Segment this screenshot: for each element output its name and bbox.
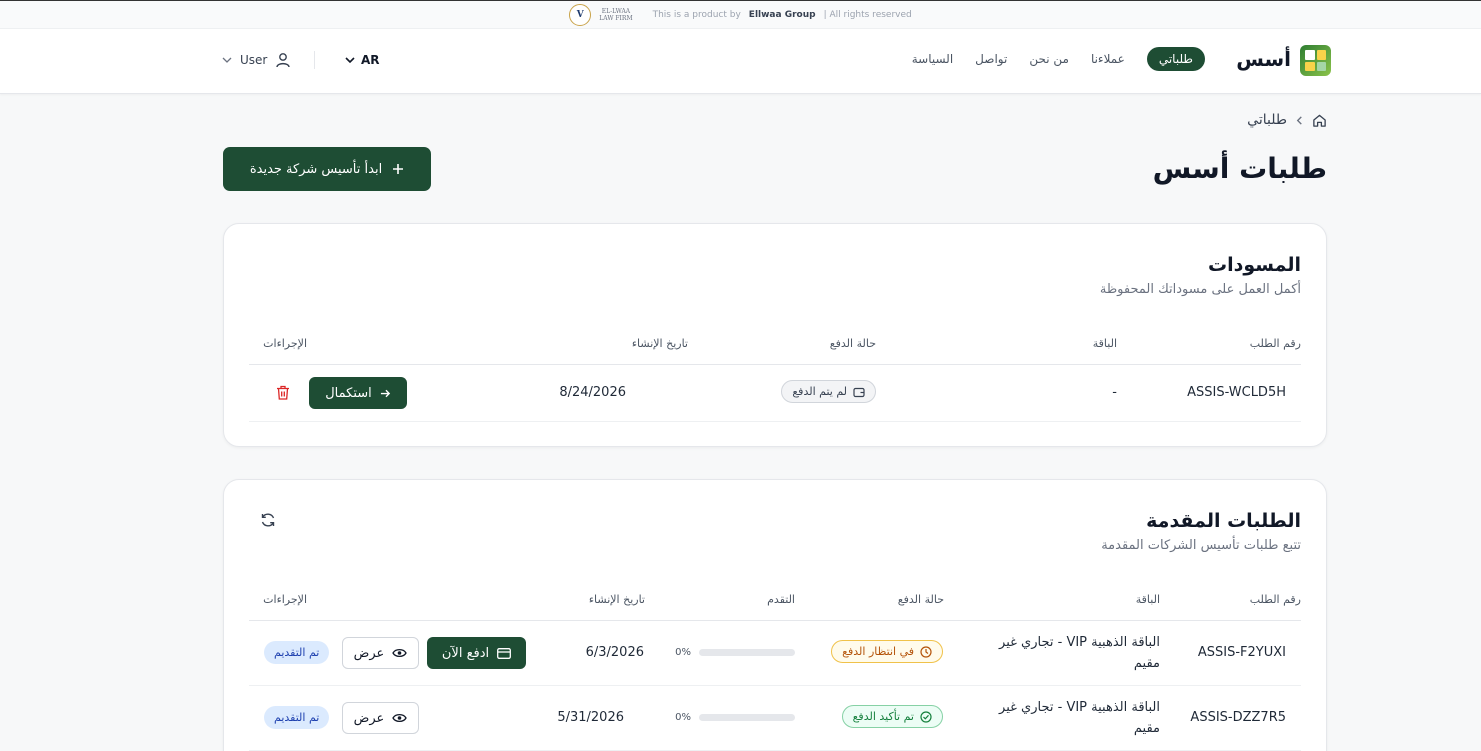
package: الباقة الذهبية VIP - تجاري غير مقيم bbox=[999, 635, 1160, 671]
chevron-left-icon bbox=[1296, 115, 1302, 125]
col-actions: الإجراءات bbox=[263, 337, 307, 350]
submitted-subtitle: تتبع طلبات تأسيس الشركات المقدمة bbox=[1101, 538, 1301, 553]
brand-logo-icon[interactable] bbox=[1300, 45, 1331, 76]
view-button[interactable]: عرض bbox=[342, 637, 419, 669]
view-label: عرض bbox=[353, 645, 385, 661]
col-request-id: رقم الطلب bbox=[1249, 337, 1301, 350]
site-header: أسس طلباتي عملاءنا من نحن تواصل السياسة … bbox=[0, 29, 1481, 94]
trash-icon[interactable] bbox=[276, 385, 290, 400]
submitted-requests-card: الطلبات المقدمة تتبع طلبات تأسيس الشركات… bbox=[223, 479, 1327, 751]
package: - bbox=[1112, 385, 1117, 400]
col-package: الباقة bbox=[1092, 337, 1117, 350]
drafts-table-header: رقم الطلب الباقة حالة الدفع تاريخ الإنشا… bbox=[249, 327, 1301, 365]
drafts-card: المسودات أكمل العمل على مسوداتك المحفوظة… bbox=[223, 223, 1327, 447]
product-by-text: This is a product by bbox=[652, 9, 741, 20]
col-request-id: رقم الطلب bbox=[1249, 593, 1301, 606]
request-id: ASSIS-DZZ7R5 bbox=[1190, 710, 1286, 725]
col-package: الباقة bbox=[1135, 593, 1160, 606]
new-company-label: ابدأ تأسيس شركة جديدة bbox=[249, 161, 383, 177]
status-label: تم التقديم bbox=[274, 646, 320, 659]
pay-now-button[interactable]: ادفع الآن bbox=[427, 637, 526, 669]
drafts-title: المسودات bbox=[1208, 254, 1301, 276]
status-badge: تم التقديم bbox=[264, 641, 330, 664]
pay-now-label: ادفع الآن bbox=[441, 645, 490, 661]
complete-draft-label: استكمال bbox=[325, 385, 372, 401]
col-created: تاريخ الإنشاء bbox=[588, 593, 645, 606]
payment-status-label: تم تأكيد الدفع bbox=[852, 710, 914, 723]
progress-indicator: 0% bbox=[675, 712, 795, 723]
nav-item-contact[interactable]: تواصل bbox=[975, 52, 1007, 66]
user-menu[interactable]: User bbox=[222, 52, 291, 68]
table-row: ASSIS-DZZ7R5 الباقة الذهبية VIP - تجاري … bbox=[249, 686, 1301, 751]
table-row: ASSIS-F2YUXI الباقة الذهبية VIP - تجاري … bbox=[249, 621, 1301, 686]
rights-text: | All rights reserved bbox=[823, 9, 912, 20]
col-payment-status: حالة الدفع bbox=[897, 593, 944, 606]
complete-draft-button[interactable]: استكمال bbox=[309, 377, 407, 409]
new-company-button[interactable]: ابدأ تأسيس شركة جديدة bbox=[223, 147, 431, 191]
nav-item-about-us[interactable]: من نحن bbox=[1029, 52, 1069, 66]
company-name: Ellwaa Group bbox=[748, 9, 816, 20]
language-label: AR bbox=[361, 53, 380, 67]
check-circle-icon bbox=[920, 710, 932, 723]
view-label: عرض bbox=[353, 710, 385, 726]
brand-name[interactable]: أسس bbox=[1236, 47, 1291, 71]
submitted-title: الطلبات المقدمة bbox=[1146, 510, 1301, 532]
col-actions: الإجراءات bbox=[263, 593, 307, 606]
progress-bar bbox=[699, 649, 795, 656]
seal-letter: V bbox=[576, 9, 584, 20]
product-credit-bar: V EL-LWAA LAW FIRM This is a product by … bbox=[0, 0, 1481, 29]
breadcrumb-current[interactable]: طلباتي bbox=[1247, 112, 1287, 128]
status-badge: تم التقديم bbox=[264, 706, 330, 729]
law-firm-seal-logo: V bbox=[569, 3, 592, 26]
status-label: تم التقديم bbox=[274, 711, 320, 724]
firm-line-2: LAW FIRM bbox=[599, 14, 633, 22]
wallet-icon bbox=[853, 387, 865, 397]
submitted-table-header: رقم الطلب الباقة حالة الدفع التقدم تاريخ… bbox=[249, 583, 1301, 621]
view-button[interactable]: عرض bbox=[342, 702, 419, 734]
request-id: ASSIS-WCLD5H bbox=[1187, 385, 1286, 400]
payment-status-badge: تم تأكيد الدفع bbox=[841, 705, 943, 728]
table-row: ASSIS-WCLD5H - لم يتم الدفع 8/24/2026 اس… bbox=[249, 365, 1301, 422]
arrow-right-icon bbox=[380, 389, 390, 397]
nav-item-my-requests[interactable]: طلباتي bbox=[1146, 47, 1205, 71]
payment-status-label: لم يتم الدفع bbox=[792, 385, 847, 398]
progress-label: 0% bbox=[675, 712, 691, 723]
firm-line-1: EL-LWAA bbox=[601, 7, 631, 15]
progress-indicator: 0% bbox=[675, 647, 795, 658]
col-created: تاريخ الإنشاء bbox=[631, 337, 688, 350]
home-icon[interactable] bbox=[1312, 113, 1327, 128]
refresh-icon[interactable] bbox=[260, 512, 276, 528]
law-firm-name: EL-LWAA LAW FIRM bbox=[599, 8, 632, 22]
created-date: 8/24/2026 bbox=[559, 385, 626, 400]
progress-bar bbox=[699, 714, 795, 721]
created-date: 5/31/2026 bbox=[557, 710, 624, 725]
package: الباقة الذهبية VIP - تجاري غير مقيم bbox=[999, 700, 1160, 736]
breadcrumb: طلباتي bbox=[1247, 112, 1327, 128]
chevron-down-icon bbox=[345, 57, 355, 64]
clock-icon bbox=[920, 645, 932, 658]
header-divider bbox=[314, 51, 315, 69]
language-switcher[interactable]: AR bbox=[345, 53, 380, 67]
eye-icon bbox=[392, 713, 408, 723]
col-payment-status: حالة الدفع bbox=[829, 337, 876, 350]
nav-item-policy[interactable]: السياسة bbox=[912, 52, 953, 66]
eye-icon bbox=[392, 648, 408, 658]
nav-item-our-clients[interactable]: عملاءنا bbox=[1091, 52, 1125, 66]
created-date: 6/3/2026 bbox=[585, 645, 644, 660]
col-progress: التقدم bbox=[767, 593, 795, 606]
chevron-down-icon bbox=[222, 57, 232, 63]
user-icon bbox=[276, 53, 291, 68]
main-nav: طلباتي عملاءنا من نحن تواصل السياسة bbox=[912, 47, 1205, 71]
page-title: طلبات أسس bbox=[1152, 152, 1327, 185]
payment-status-label: في انتظار الدفع bbox=[842, 645, 914, 658]
progress-label: 0% bbox=[675, 647, 691, 658]
user-label: User bbox=[240, 53, 268, 67]
plus-icon bbox=[393, 164, 404, 174]
payment-status-badge: في انتظار الدفع bbox=[831, 640, 943, 663]
drafts-subtitle: أكمل العمل على مسوداتك المحفوظة bbox=[1099, 282, 1301, 297]
credit-card-icon bbox=[497, 647, 512, 659]
request-id: ASSIS-F2YUXI bbox=[1197, 645, 1286, 660]
payment-status-badge: لم يتم الدفع bbox=[781, 380, 876, 403]
